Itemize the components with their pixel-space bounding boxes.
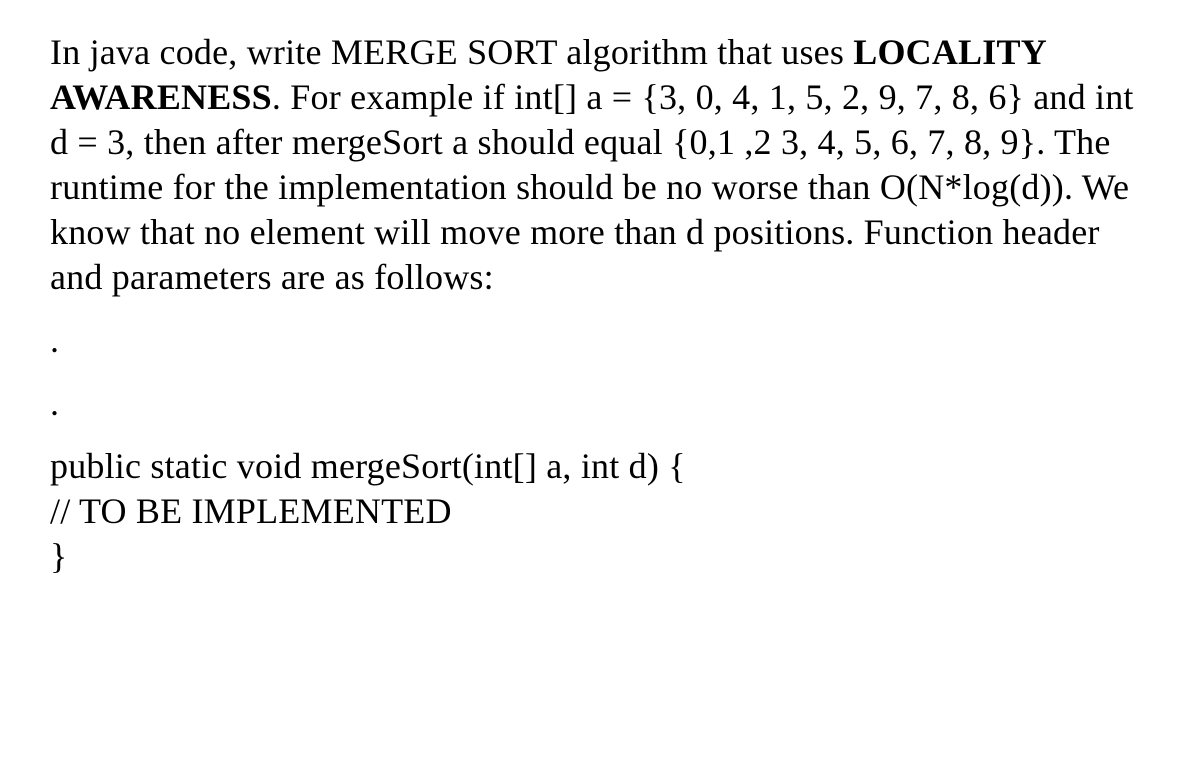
bullet-2: . bbox=[50, 381, 1150, 426]
code-block: public static void mergeSort(int[] a, in… bbox=[50, 444, 1150, 579]
function-close-brace: } bbox=[50, 534, 1150, 579]
document-content: In java code, write MERGE SORT algorithm… bbox=[50, 30, 1150, 579]
function-signature: public static void mergeSort(int[] a, in… bbox=[50, 444, 1150, 489]
function-body-comment: // TO BE IMPLEMENTED bbox=[50, 489, 1150, 534]
intro-text: In java code, write MERGE SORT algorithm… bbox=[50, 32, 853, 72]
problem-statement: In java code, write MERGE SORT algorithm… bbox=[50, 30, 1150, 300]
bullet-1: . bbox=[50, 318, 1150, 363]
